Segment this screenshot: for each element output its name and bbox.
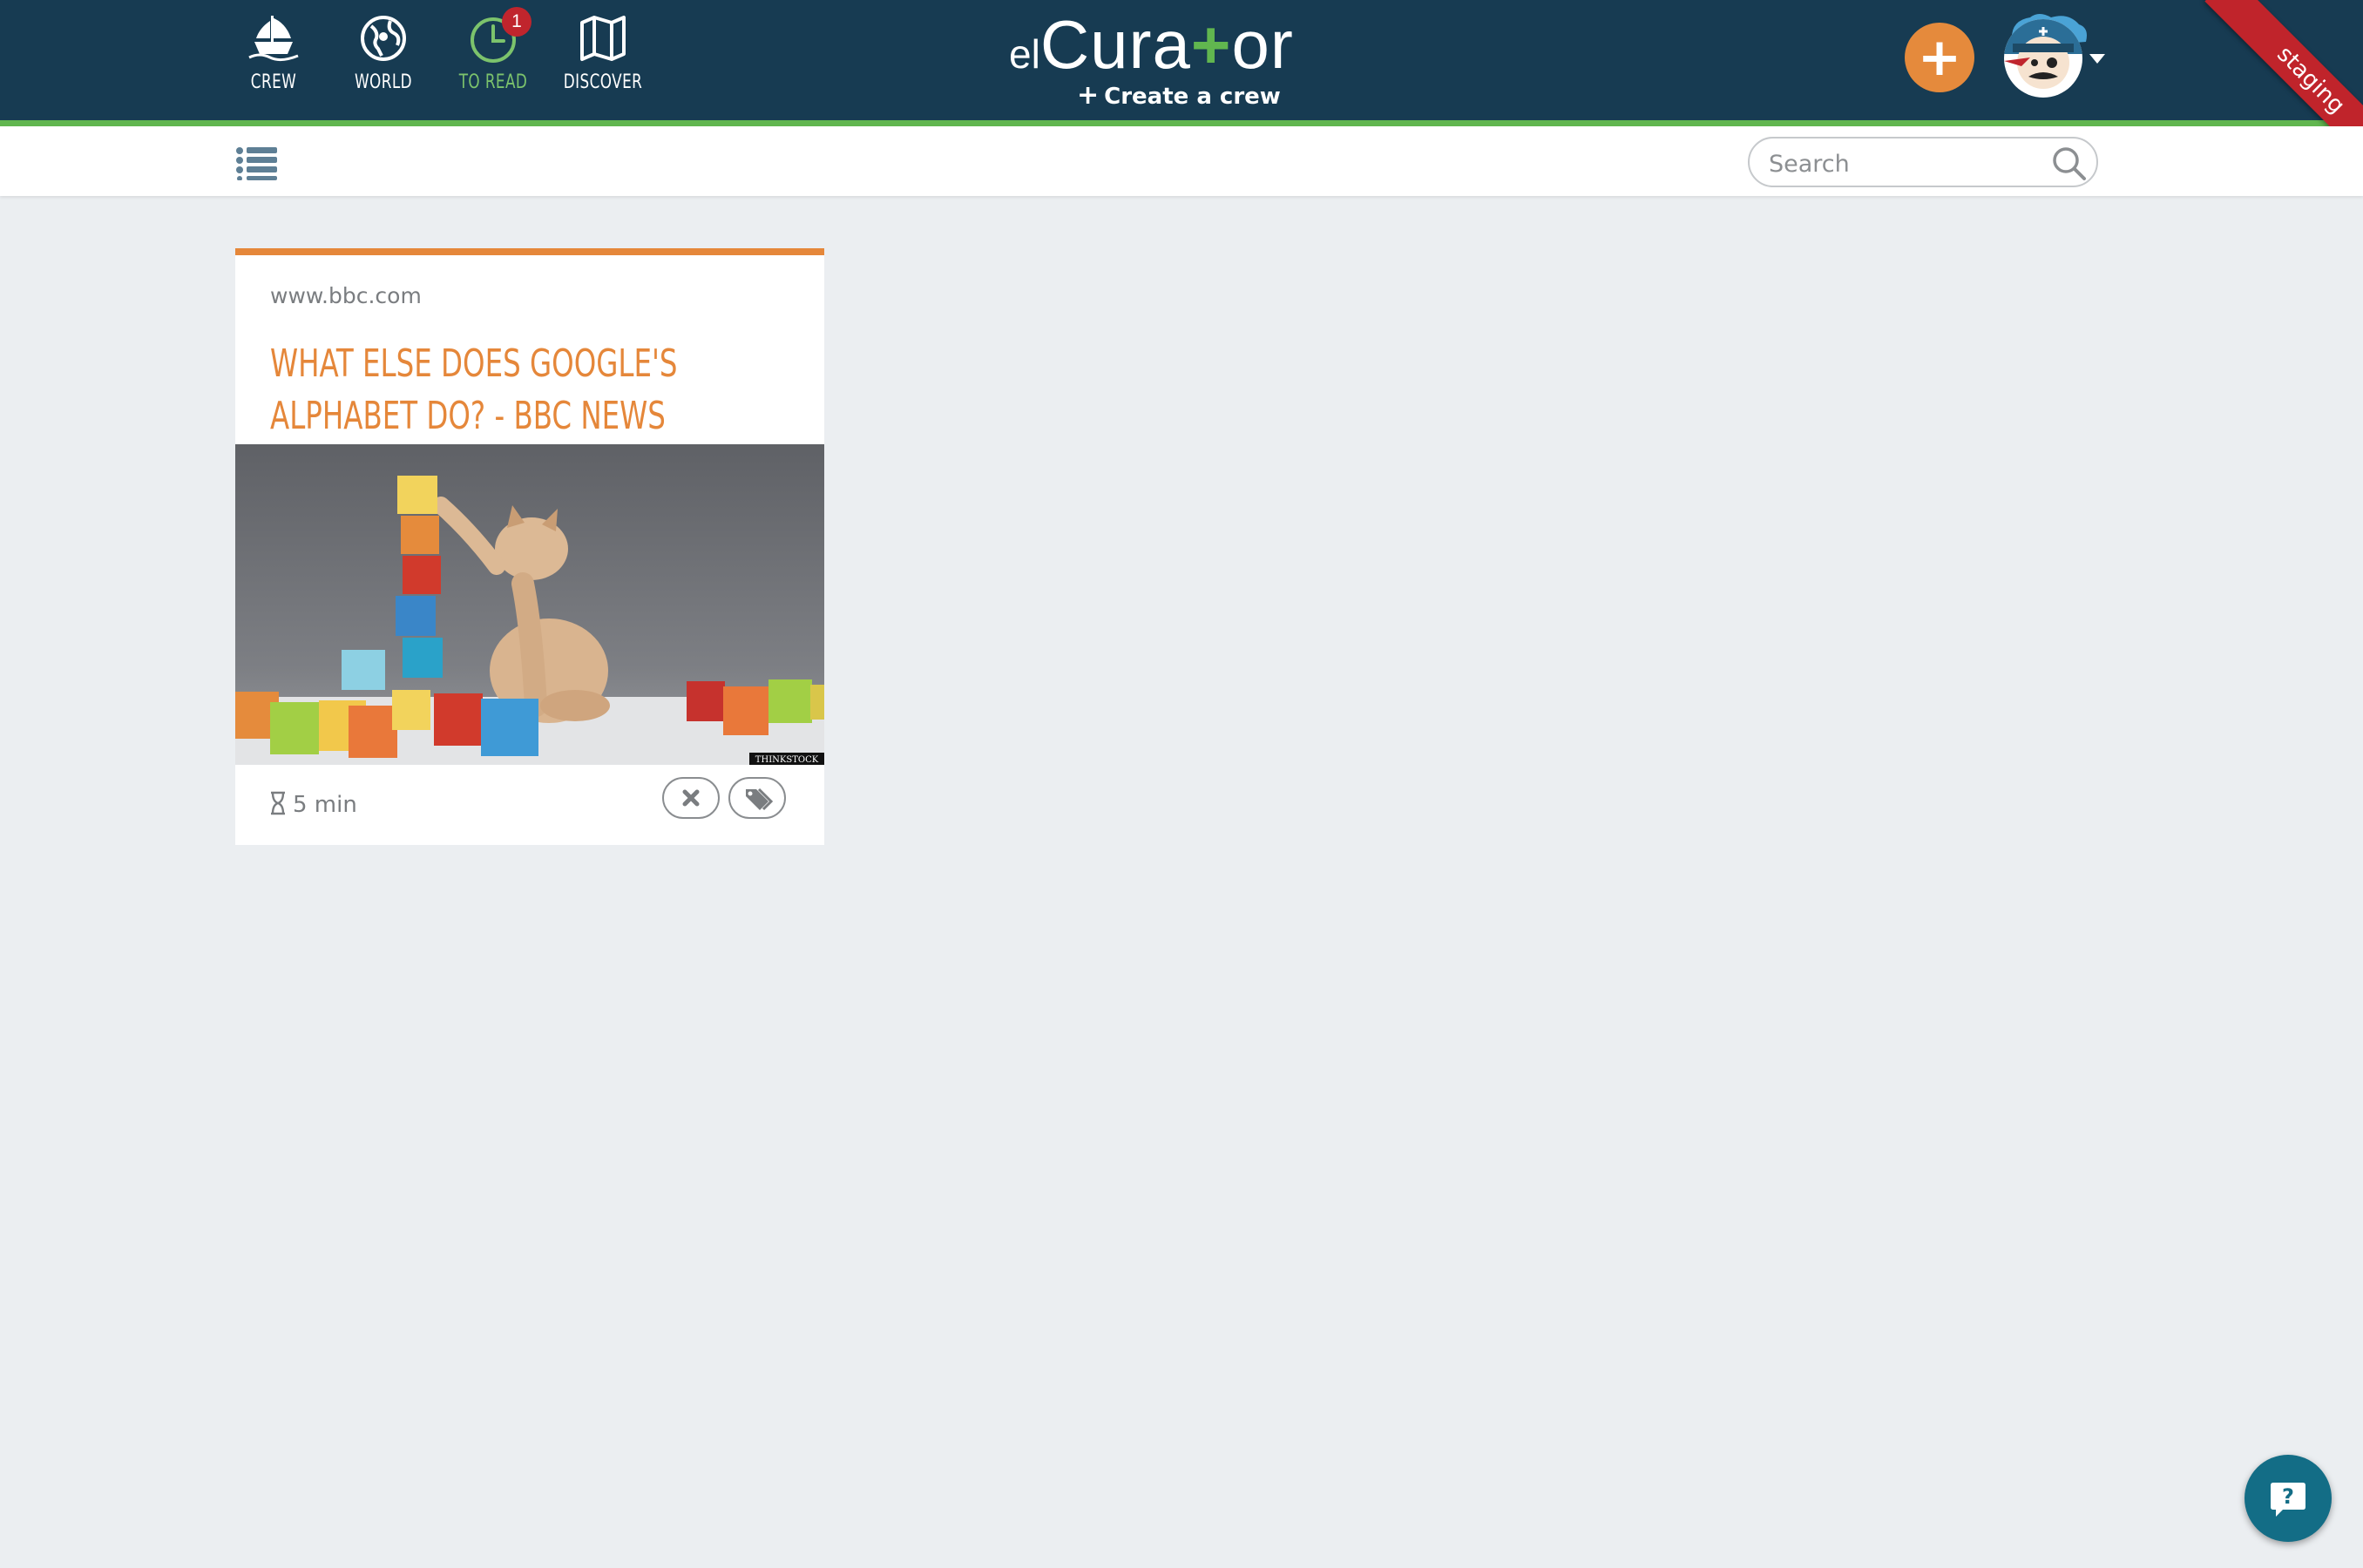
- help-button[interactable]: ?: [2245, 1455, 2332, 1542]
- search-input[interactable]: [1767, 147, 2049, 180]
- logo-name-part2: or: [1231, 6, 1294, 83]
- tags-icon: [746, 787, 774, 811]
- logo-prefix: el: [1009, 31, 1040, 77]
- app-logo[interactable]: elCura+or: [1009, 5, 1323, 83]
- svg-text:?: ?: [2282, 1484, 2294, 1509]
- nav-label-to-read: TO READ: [458, 71, 528, 93]
- nav-label-world: WORLD: [354, 71, 413, 93]
- logo-name-part1: Cura: [1039, 6, 1191, 83]
- tags-button[interactable]: [728, 777, 786, 819]
- list-view-toggle[interactable]: [235, 145, 279, 181]
- read-time-label: 5 min: [293, 792, 357, 818]
- article-title[interactable]: What else does Google's Alphabet do? - B…: [270, 338, 799, 443]
- kitten-with-blocks-image: THINKSTOCK: [235, 444, 824, 765]
- avatar: [2004, 19, 2082, 98]
- notification-badge: 1: [502, 7, 532, 37]
- logo-plus: +: [1190, 6, 1232, 83]
- add-article-button[interactable]: +: [1905, 23, 1974, 92]
- list-icon: [236, 147, 277, 181]
- ship-icon: [248, 16, 299, 62]
- help-chat-icon: ?: [2271, 1483, 2305, 1517]
- nav-label-crew: CREW: [250, 71, 297, 93]
- article-image[interactable]: THINKSTOCK: [235, 444, 824, 765]
- pirate-face-icon: [2004, 19, 2082, 89]
- search-box: [1748, 137, 2098, 187]
- image-credit: THINKSTOCK: [755, 755, 819, 765]
- globe-icon: [361, 16, 406, 61]
- nav-item-world[interactable]: WORLD: [331, 7, 436, 112]
- user-menu[interactable]: [1995, 12, 2109, 99]
- article-card: www.bbc.com What else does Google's Alph…: [235, 248, 824, 845]
- article-footer: 5 min: [235, 765, 824, 845]
- search-icon[interactable]: [2051, 145, 2088, 182]
- nav-label-discover: DISCOVER: [563, 71, 643, 93]
- chevron-down-icon: [2089, 54, 2105, 64]
- nav-item-to-read[interactable]: 1 TO READ: [441, 7, 545, 112]
- top-navigation-bar: CREW WORLD 1 TO READ DISCOVER elCura+or …: [0, 0, 2363, 174]
- read-time: 5 min: [268, 791, 357, 818]
- create-crew-link[interactable]: + Create a crew: [1077, 80, 1281, 111]
- plus-icon: +: [1077, 80, 1100, 111]
- hourglass-icon: [271, 791, 285, 815]
- nav-item-crew[interactable]: CREW: [221, 7, 326, 112]
- article-domain: www.bbc.com: [270, 283, 422, 308]
- nav-item-discover[interactable]: DISCOVER: [551, 7, 655, 112]
- remove-button[interactable]: [662, 777, 720, 819]
- toolbar: [0, 126, 2363, 196]
- map-icon: [580, 16, 626, 61]
- create-crew-label: Create a crew: [1104, 84, 1281, 110]
- close-icon: [682, 789, 700, 807]
